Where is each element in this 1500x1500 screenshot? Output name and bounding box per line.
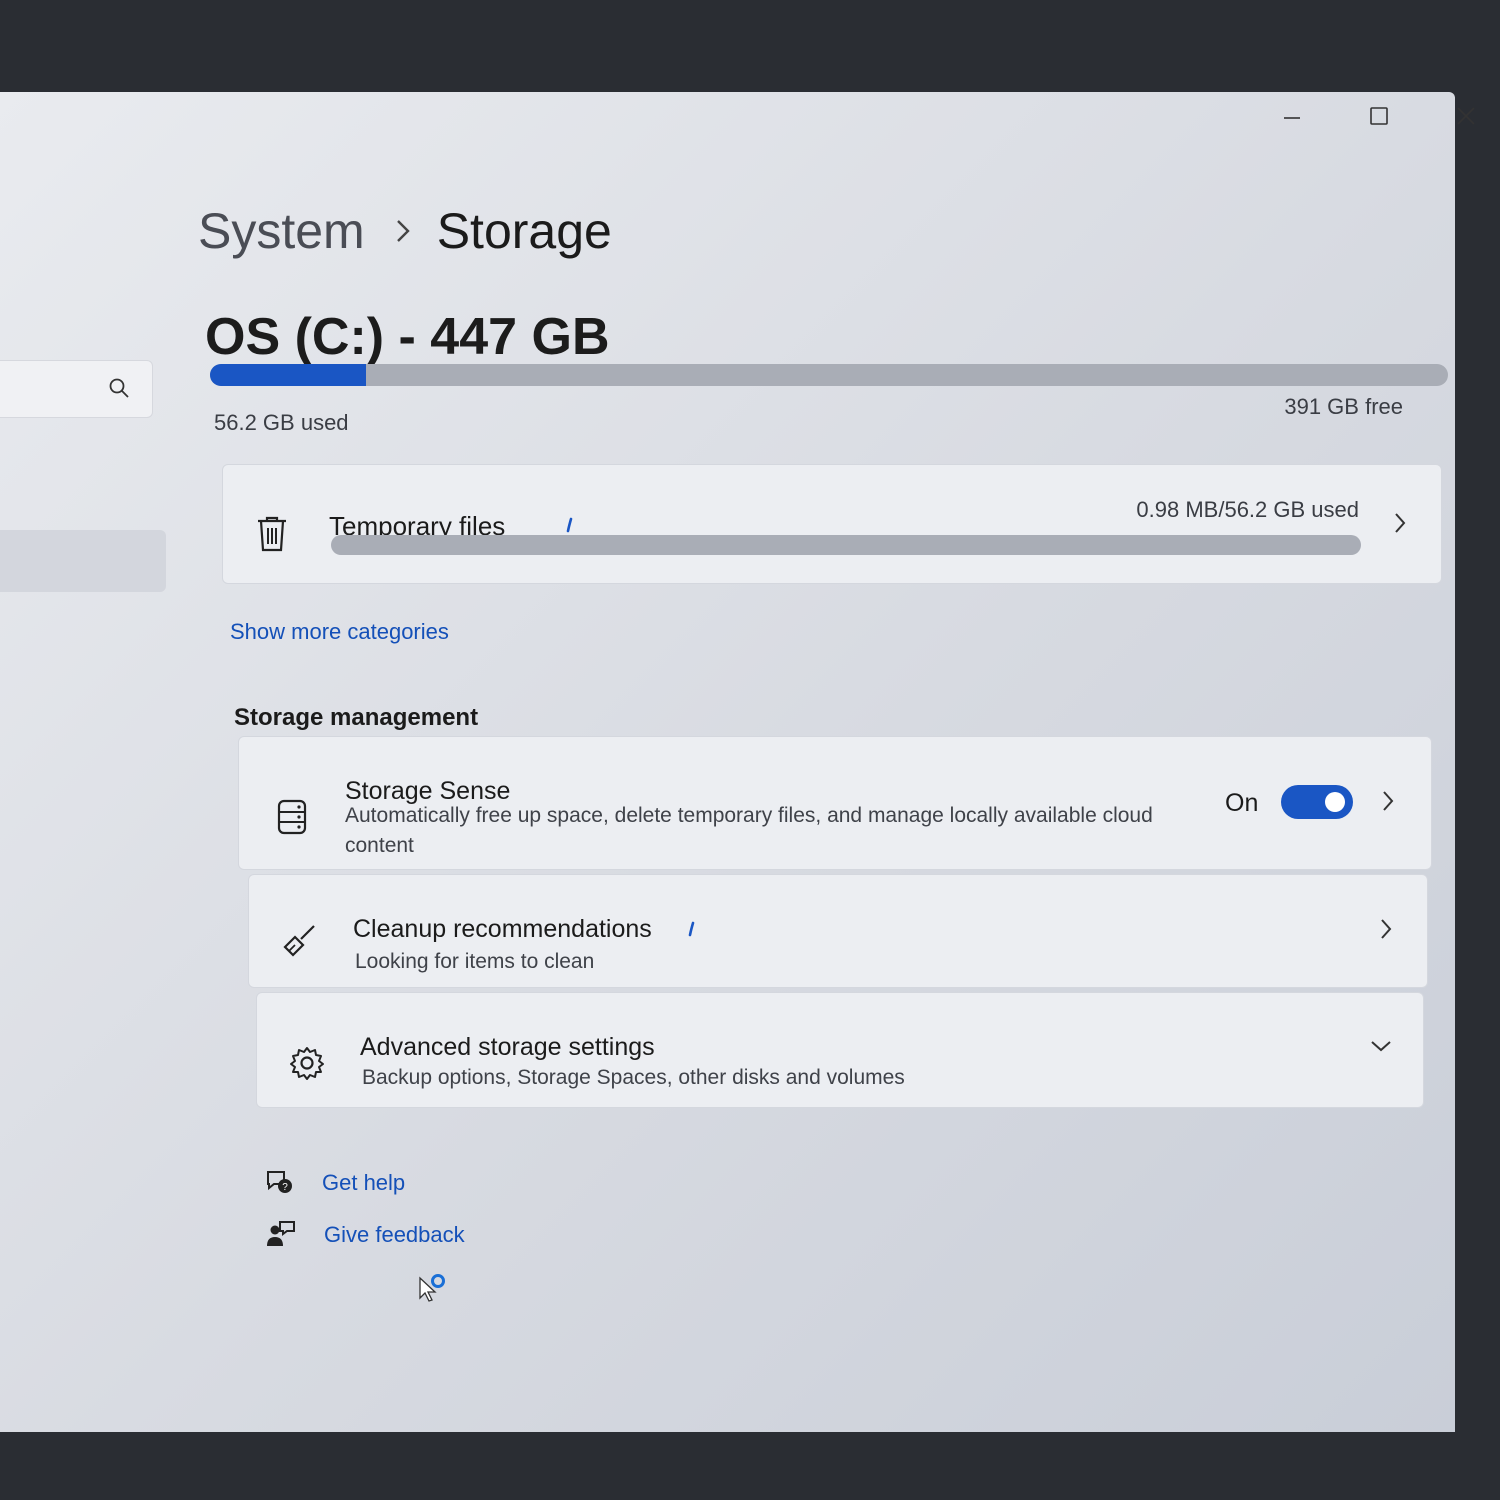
give-feedback-icon (266, 1220, 296, 1253)
chevron-right-icon (1381, 789, 1395, 818)
get-help-link[interactable]: Get help (322, 1170, 405, 1196)
broom-icon (281, 923, 317, 964)
trash-icon (255, 515, 289, 558)
advanced-title: Advanced storage settings (360, 1033, 655, 1061)
storage-sense-state: On (1225, 789, 1259, 817)
breadcrumb-system[interactable]: System (198, 202, 365, 260)
drive-usage-fill (210, 364, 366, 386)
storage-sense-toggle[interactable] (1281, 785, 1353, 819)
drive-free-label: 391 GB free (1284, 394, 1403, 419)
maximize-button[interactable] (1349, 98, 1409, 134)
minimize-button[interactable] (1262, 98, 1322, 134)
cleanup-title: Cleanup recommendations (353, 915, 652, 943)
storage-management-heading: Storage management (234, 704, 479, 731)
breadcrumb: System Storage (198, 202, 612, 260)
chevron-down-icon[interactable] (1369, 1039, 1393, 1058)
minimize-icon (1284, 117, 1300, 119)
get-help-icon: ? (264, 1168, 294, 1201)
cleanup-description: Looking for items to clean (355, 950, 595, 973)
settings-window: System Storage OS (C:) - 447 GB 56.2 GB … (0, 92, 1475, 1432)
drive-usage-bar (210, 364, 1448, 386)
maximize-icon (1370, 107, 1388, 125)
page-title: Storage (436, 203, 612, 259)
storage-sense-card[interactable]: Storage Sense Automatically free up spac… (238, 736, 1432, 870)
storage-drive-icon (277, 799, 307, 840)
busy-cursor-icon (418, 1274, 452, 1311)
sidebar-item-selected[interactable] (0, 530, 166, 592)
close-button[interactable] (1436, 98, 1496, 134)
advanced-description: Backup options, Storage Spaces, other di… (362, 1066, 905, 1089)
chevron-right-icon (395, 218, 411, 244)
close-icon (1457, 107, 1475, 125)
loading-spinner-icon (687, 921, 697, 942)
chevron-right-icon (1393, 511, 1407, 540)
settings-search-box[interactable] (0, 360, 153, 418)
drive-used-label: 56.2 GB used (214, 410, 349, 435)
cleanup-recommendations-card[interactable]: Cleanup recommendations Looking for item… (248, 874, 1428, 988)
show-more-categories-link[interactable]: Show more categories (230, 619, 449, 645)
gear-icon (289, 1045, 325, 1086)
svg-text:?: ? (282, 1182, 288, 1193)
temporary-files-bar (331, 535, 1361, 555)
storage-sense-description: Automatically free up space, delete temp… (345, 804, 1153, 857)
give-feedback-link[interactable]: Give feedback (324, 1222, 465, 1248)
search-icon[interactable] (108, 377, 130, 404)
chevron-right-icon (1379, 917, 1393, 946)
drive-title: OS (C:) - 447 GB (205, 308, 610, 366)
toggle-knob (1325, 792, 1345, 812)
temporary-files-amount: 0.98 MB/56.2 GB used (1136, 497, 1359, 522)
temporary-files-card[interactable]: Temporary files 0.98 MB/56.2 GB used (222, 464, 1442, 584)
advanced-storage-settings-card[interactable]: Advanced storage settings Backup options… (256, 992, 1424, 1108)
